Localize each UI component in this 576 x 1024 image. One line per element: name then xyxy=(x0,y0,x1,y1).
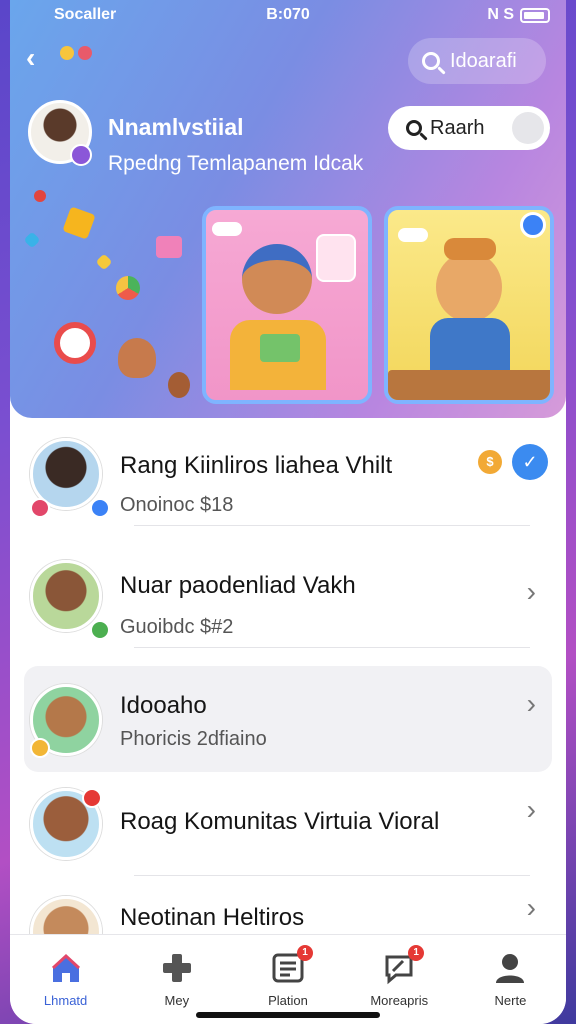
home-indicator xyxy=(196,1012,380,1018)
card-thumbnail xyxy=(316,234,356,282)
featured-card-2[interactable] xyxy=(384,206,554,404)
header-search-label: Idoarafi xyxy=(450,49,517,72)
list-item-title: Idooaho xyxy=(120,692,207,719)
tab-posts[interactable]: 1 Plation xyxy=(232,935,343,1024)
cloud-icon xyxy=(212,222,242,236)
tab-posts-label: Plation xyxy=(268,993,308,1008)
list-item[interactable]: Roag Komunitas Virtuia Vioral › xyxy=(24,770,552,876)
decor-house-icon xyxy=(156,236,182,258)
game-icon xyxy=(160,951,194,985)
tab-play-label: Mey xyxy=(164,993,190,1008)
notification-badge: 1 xyxy=(297,945,313,961)
game-card-icon xyxy=(260,334,300,362)
status-time: B:070 xyxy=(266,6,310,23)
chevron-right-icon[interactable]: › xyxy=(527,576,536,608)
decor-star-icon xyxy=(95,253,113,271)
back-icon[interactable]: ‹ xyxy=(26,42,35,74)
user-status-badge xyxy=(70,144,92,166)
divider xyxy=(134,525,530,526)
list-item-title: Rang Kiinliros liahea Vhilt xyxy=(120,452,393,479)
chat-icon: 1 xyxy=(382,945,425,985)
search-pill-label: Raarh xyxy=(430,116,485,139)
online-badge-icon xyxy=(90,620,110,640)
notification-badge: 1 xyxy=(408,945,425,961)
chevron-right-icon[interactable]: › xyxy=(527,794,536,826)
decor-kid-icon xyxy=(118,338,156,378)
status-icons: N S xyxy=(487,6,550,24)
avatar-badge-icon xyxy=(30,738,50,758)
profile-icon xyxy=(493,951,527,985)
coin-icon: $ xyxy=(478,450,502,474)
tab-profile[interactable]: Nerte xyxy=(455,935,566,1024)
list-item-subtitle: Onoinoc $18 xyxy=(120,494,234,516)
chevron-right-icon[interactable]: › xyxy=(527,892,536,924)
decor-gem-icon xyxy=(23,231,41,249)
toggle-knob[interactable] xyxy=(512,112,544,144)
tab-home-label: Lhmatd xyxy=(43,993,88,1008)
card-badge-icon xyxy=(520,212,546,238)
avatar-badge-icon xyxy=(30,498,50,518)
app-screen: Socaller B:070 N S ‹ Idoarafi Nnamlvstii… xyxy=(10,0,566,1024)
list-item[interactable]: Idooaho Phoricis 2dfiaino › xyxy=(24,666,552,772)
character-animal-icon xyxy=(436,252,502,322)
read-check-icon[interactable]: ✓ xyxy=(512,444,548,480)
document-icon: 1 xyxy=(271,945,313,985)
decor-clock-icon xyxy=(54,322,96,364)
app-logo xyxy=(60,46,92,60)
list-item-title: Roag Komunitas Virtuia Vioral xyxy=(120,808,440,835)
decor-kid2-icon xyxy=(168,372,190,398)
status-right-text: N S xyxy=(487,6,514,23)
list-item-subtitle: Phoricis 2dfiaino xyxy=(120,728,267,750)
user-subtitle: Rpedng Temlapanem Idcak xyxy=(108,152,364,175)
tab-profile-label: Nerte xyxy=(494,993,527,1008)
decor-dot-icon xyxy=(34,190,46,202)
list-item[interactable]: Rang Kiinliros liahea Vhilt Onoinoc $18 … xyxy=(24,420,552,526)
header-search-button[interactable]: Idoarafi xyxy=(408,38,546,84)
search-people-icon xyxy=(406,120,422,136)
tab-home[interactable]: Lhmatd xyxy=(10,935,121,1024)
character-hat-icon xyxy=(444,238,496,260)
list-item-title: Nuar paodenliad Vakh xyxy=(120,572,356,599)
featured-card-1[interactable] xyxy=(202,206,372,404)
tab-play[interactable]: Mey xyxy=(121,935,232,1024)
divider xyxy=(134,647,530,648)
list-item-title: Neotinan Heltiros xyxy=(120,904,305,931)
heart-badge-icon xyxy=(82,788,102,808)
status-bar: Socaller B:070 N S xyxy=(10,6,566,28)
list-item[interactable]: Nuar paodenliad Vakh Guoibdc $#2 › xyxy=(24,542,552,648)
battery-icon xyxy=(520,7,550,23)
user-name: Nnamlvstiial xyxy=(108,114,244,140)
verified-icon xyxy=(90,498,110,518)
list-item-subtitle: Guoibdc $#2 xyxy=(120,616,234,638)
avatar xyxy=(30,560,102,632)
divider xyxy=(134,875,530,876)
tab-messages-label: Moreapris xyxy=(370,993,429,1008)
bottom-tab-bar: Lhmatd Mey 1 Plation 1 Moreapris Nerte xyxy=(10,934,566,1024)
header-banner: Socaller B:070 N S ‹ Idoarafi Nnamlvstii… xyxy=(10,0,566,418)
tab-messages[interactable]: 1 Moreapris xyxy=(344,935,455,1024)
cloud-icon-2 xyxy=(398,228,428,242)
search-icon xyxy=(422,52,440,70)
character-shirt-icon xyxy=(430,318,510,378)
chevron-right-icon[interactable]: › xyxy=(527,688,536,720)
search-toggle-pill[interactable]: Raarh xyxy=(388,106,550,150)
decor-ball-icon xyxy=(116,276,140,300)
decor-cube-icon xyxy=(62,206,96,240)
table-icon xyxy=(388,370,550,400)
home-icon xyxy=(49,951,83,985)
character-boy-icon xyxy=(242,244,312,314)
